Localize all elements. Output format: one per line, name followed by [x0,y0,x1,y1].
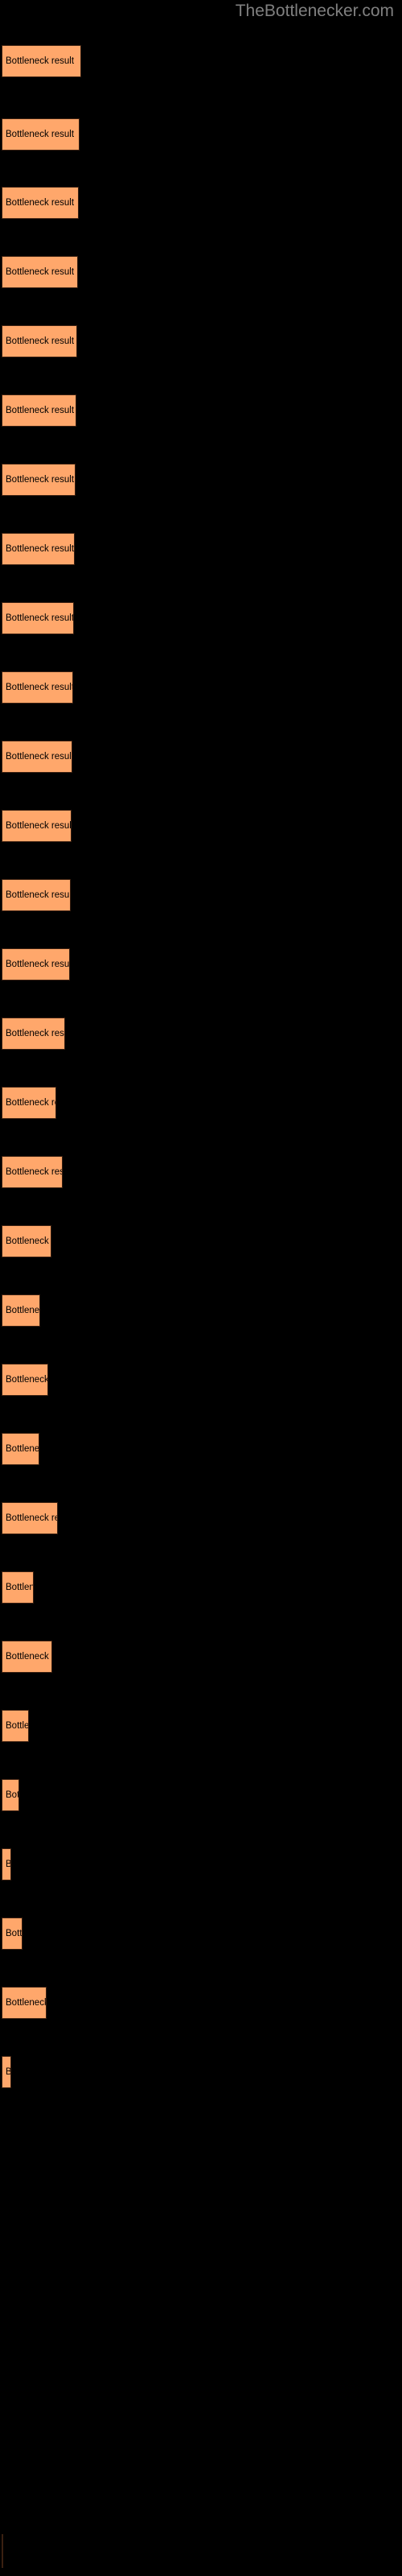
bar-label: Bottleneck result [6,890,71,900]
bar-rect[interactable]: Bottleneck result [2,1918,23,1950]
bar-label: Bottleneck result [6,683,73,692]
bar-row[interactable]: Bottleneck result [2,948,70,980]
bar-row[interactable]: Bottleneck result [2,1502,58,1534]
bar-label: Bottleneck result [6,821,72,831]
bar-rect[interactable]: Bottleneck result [2,1641,52,1673]
bar-label: Bottleneck result [6,1860,11,1869]
bar-rect[interactable]: Bottleneck result [2,671,73,704]
bar-row[interactable]: Bottleneck result [2,810,72,842]
bar-label: Bottleneck result [6,1998,47,2008]
bar-label: Bottleneck result [6,1790,19,1800]
bar-rect[interactable]: Bottleneck result [2,533,75,565]
bar-label: Bottleneck result [6,1444,39,1454]
bar-rect[interactable]: Bottleneck result [2,1987,47,2019]
bar-label: Bottleneck result [6,1929,23,1938]
bar-label: Bottleneck result [6,613,74,623]
bar-row[interactable]: Bottleneck result [2,671,73,704]
bar-row[interactable]: Bottleneck result [2,1918,23,1950]
bar-label: Bottleneck result [6,336,75,346]
bar-row[interactable]: Bottleneck result [2,1087,56,1119]
bar-rect[interactable]: Bottleneck result [2,1018,65,1050]
trailing-bar-marker[interactable] [2,2534,3,2568]
bar-rect[interactable]: Bottleneck result [2,741,72,773]
bar-row[interactable]: Bottleneck result [2,464,76,496]
bar-row[interactable]: Bottleneck result [2,602,74,634]
bar-row[interactable]: Bottleneck result [2,1641,52,1673]
bar-row[interactable]: Bottleneck result [2,533,75,565]
bar-rect[interactable]: Bottleneck result [2,45,81,77]
bar-rect[interactable]: Bottleneck result [2,602,74,634]
bar-rect[interactable]: Bottleneck result [2,256,78,288]
bar-label: Bottleneck result [6,1167,62,1177]
bar-rect[interactable]: Bottleneck result [2,1156,63,1188]
bar-row[interactable]: Bottleneck result [2,1433,39,1465]
bar-row[interactable]: Bottleneck result [2,1364,48,1396]
bar-rect[interactable]: Bottleneck result [2,1779,19,1811]
bar-row[interactable]: Bottleneck result [2,325,77,357]
bar-rect[interactable]: Bottleneck result [2,1433,39,1465]
bar-label: Bottleneck result [6,475,75,485]
bar-label: Bottleneck result [6,406,75,415]
bar-rect[interactable]: Bottleneck result [2,1087,56,1119]
bar-label: Bottleneck result [6,1375,48,1385]
bar-label: Bottleneck result [6,1721,29,1731]
bar-rect[interactable]: Bottleneck result [2,1294,40,1327]
bar-row[interactable]: Bottleneck result [2,1987,47,2019]
bar-rect[interactable]: Bottleneck result [2,1710,29,1742]
bar-row[interactable]: Bottleneck result [2,1018,65,1050]
bar-label: Bottleneck result [6,1236,51,1246]
bar-label: Bottleneck result [6,198,75,208]
bar-rect[interactable]: Bottleneck result [2,394,76,427]
bar-rect[interactable]: Bottleneck result [2,1364,48,1396]
bar-row[interactable]: Bottleneck result [2,187,79,219]
bar-row[interactable]: Bottleneck result [2,1156,63,1188]
trailing-bar-rect[interactable] [2,2534,3,2568]
bar-row[interactable]: Bottleneck result [2,394,76,427]
bar-rect[interactable]: Bottleneck result [2,879,71,911]
bar-label: Bottleneck result [6,544,75,554]
bar-rect[interactable]: Bottleneck result [2,1848,11,1880]
bar-rect[interactable]: Bottleneck result [2,810,72,842]
bar-label: Bottleneck result [6,267,75,277]
bar-row[interactable]: Bottleneck result [2,45,81,77]
bar-rect[interactable]: Bottleneck result [2,325,77,357]
bar-label: Bottleneck result [6,1029,64,1038]
bar-row[interactable]: Bottleneck result [2,256,78,288]
bar-label: Bottleneck result [6,1583,34,1592]
bar-label: Bottleneck result [6,960,70,969]
bar-label: Bottleneck result [6,752,72,762]
bar-row[interactable]: Bottleneck result [2,879,71,911]
bar-rect[interactable]: Bottleneck result [2,464,76,496]
bar-rect[interactable]: Bottleneck result [2,1571,34,1604]
bar-row[interactable]: Bottleneck result [2,1571,34,1604]
bar-row[interactable]: Bottleneck result [2,1294,40,1327]
bar-rect[interactable]: Bottleneck result [2,187,79,219]
bottleneck-chart: TheBottlenecker.com Bottleneck result Bot… [0,0,402,2576]
bar-rect[interactable]: Bottleneck result [2,1502,58,1534]
bar-rect[interactable]: Bottleneck result [2,948,70,980]
bar-label: Bottleneck result [6,1513,57,1523]
bar-rect[interactable]: Bottleneck result [2,118,80,151]
bar-row[interactable]: Bottleneck result [2,2056,11,2088]
bar-row[interactable]: Bottleneck result [2,1779,19,1811]
bar-rect[interactable]: Bottleneck result [2,2056,11,2088]
bar-row[interactable]: Bottleneck result [2,1710,29,1742]
bar-label: Bottleneck result [6,2067,11,2077]
bar-label: Bottleneck result [6,1306,40,1315]
bar-row[interactable]: Bottleneck result [2,118,80,151]
bar-label: Bottleneck result [6,56,75,66]
bar-label: Bottleneck result [6,1098,55,1108]
bar-list: Bottleneck result Bottleneck result Bottle… [0,0,402,2576]
bar-label: Bottleneck result [6,1652,51,1662]
bar-rect[interactable]: Bottleneck result [2,1225,51,1257]
bar-label: Bottleneck result [6,130,75,139]
bar-row[interactable]: Bottleneck result [2,741,72,773]
bar-row[interactable]: Bottleneck result [2,1848,11,1880]
bar-row[interactable]: Bottleneck result [2,1225,51,1257]
